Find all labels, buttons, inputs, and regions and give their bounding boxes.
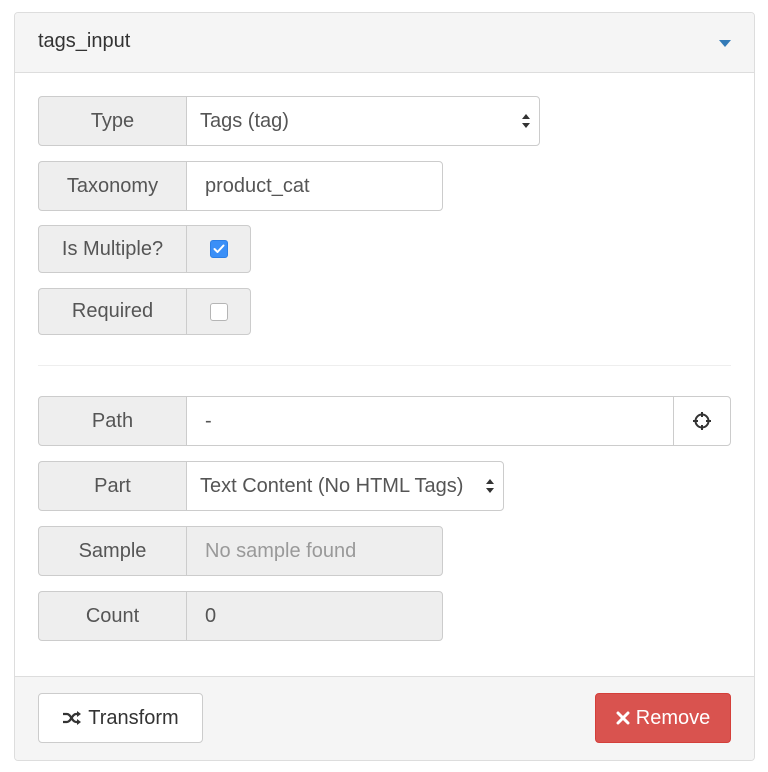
required-checkbox[interactable] — [209, 302, 228, 321]
count-value: 0 — [205, 604, 217, 627]
is-multiple-checkbox[interactable] — [209, 240, 228, 258]
transform-label: Transform — [88, 706, 179, 729]
count-label: Count — [38, 591, 187, 641]
caret-down-icon[interactable] — [718, 37, 732, 49]
transform-button[interactable]: Transform — [38, 693, 203, 743]
taxonomy-label: Taxonomy — [38, 161, 187, 211]
panel-footer: Transform Remove — [15, 676, 754, 760]
required-cell — [186, 288, 251, 335]
part-row: Part Text Content (No HTML Tags) — [38, 461, 504, 511]
sample-placeholder: No sample found — [205, 539, 357, 562]
section-divider — [38, 365, 731, 366]
select-arrows-icon — [521, 113, 531, 129]
required-label: Required — [38, 288, 187, 335]
crosshair-icon — [693, 412, 711, 430]
remove-label: Remove — [635, 706, 711, 729]
is-multiple-row: Is Multiple? — [38, 225, 251, 273]
path-label: Path — [38, 396, 187, 446]
part-select-value: Text Content (No HTML Tags) — [200, 474, 464, 497]
sample-label: Sample — [38, 526, 187, 576]
taxonomy-value: product_cat — [205, 174, 310, 197]
is-multiple-cell — [186, 225, 251, 273]
panel-title: tags_input — [38, 30, 131, 52]
field-panel: tags_input Type Tags (tag) Taxonomy prod… — [14, 12, 755, 761]
sample-row: Sample No sample found — [38, 526, 443, 576]
required-row: Required — [38, 288, 251, 335]
part-label: Part — [38, 461, 187, 511]
path-value: - — [205, 409, 212, 432]
count-row: Count 0 — [38, 591, 443, 641]
part-select[interactable]: Text Content (No HTML Tags) — [186, 461, 504, 511]
path-row: Path - — [38, 396, 732, 446]
path-picker-button[interactable] — [673, 396, 731, 446]
is-multiple-label: Is Multiple? — [38, 225, 187, 273]
panel-heading[interactable]: tags_input — [15, 13, 754, 73]
shuffle-icon — [63, 711, 82, 725]
path-input[interactable]: - — [186, 396, 674, 446]
sample-field: No sample found — [186, 526, 443, 576]
select-arrows-icon — [485, 478, 495, 494]
taxonomy-row: Taxonomy product_cat — [38, 161, 443, 211]
taxonomy-input[interactable]: product_cat — [186, 161, 443, 211]
type-label: Type — [38, 96, 187, 146]
type-select-value: Tags (tag) — [200, 109, 289, 132]
times-icon — [616, 711, 630, 725]
remove-button[interactable]: Remove — [595, 693, 731, 743]
check-icon — [213, 244, 224, 253]
type-select[interactable]: Tags (tag) — [186, 96, 540, 146]
type-row: Type Tags (tag) — [38, 96, 540, 146]
count-field: 0 — [186, 591, 443, 641]
